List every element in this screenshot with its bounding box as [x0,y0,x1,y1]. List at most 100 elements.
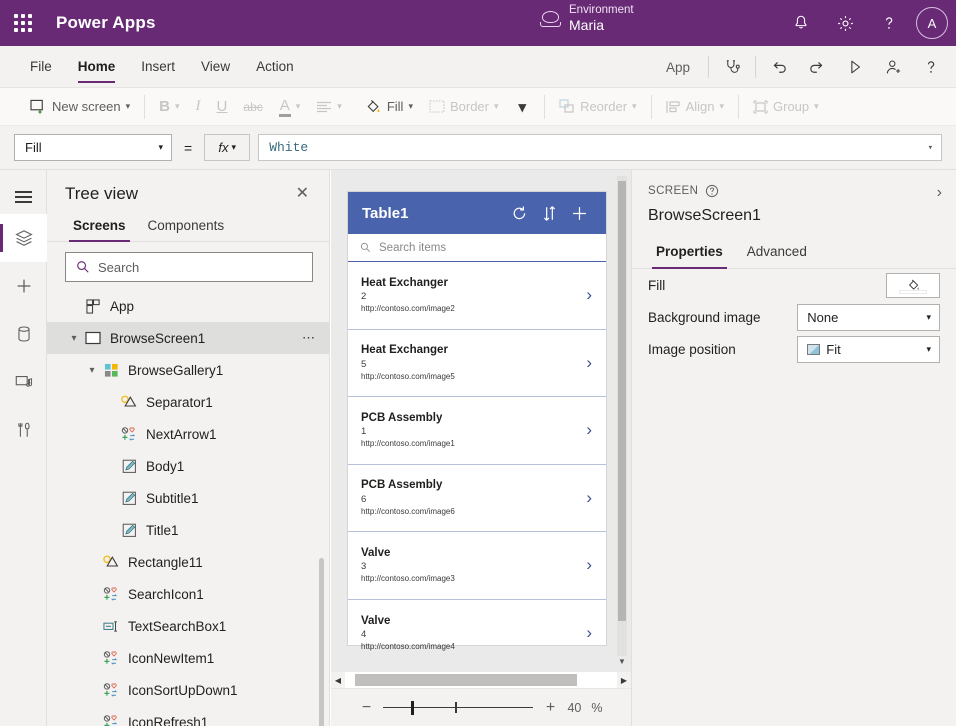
screen-preview[interactable]: Table1 Search items Heat Ex [348,192,606,645]
tree-item-iconrefresh1[interactable]: IconRefresh1 [47,706,329,726]
chevron-down-icon[interactable]: ▾ [65,333,83,344]
tree-item-nextarrow1[interactable]: NextArrow1 [47,418,329,450]
group-button[interactable]: Group ▾ [745,92,827,122]
tab-screens[interactable]: Screens [65,212,134,241]
menu-item-home[interactable]: Home [66,45,128,87]
new-screen-button[interactable]: New screen ▾ [22,92,138,122]
gallery-item[interactable]: PCB Assembly 1 http://contoso.com/image1… [348,397,606,465]
close-icon[interactable]: ✕ [292,184,313,204]
tree-item-searchicon1[interactable]: SearchIcon1 [47,578,329,610]
tree-item-app[interactable]: App [47,290,329,322]
gear-icon[interactable] [824,0,866,46]
menu-item-action[interactable]: Action [244,45,306,87]
zoom-out-button[interactable]: − [359,699,373,717]
canvas-vertical-scroll-thumb[interactable] [618,181,626,621]
tree-item-separator1[interactable]: Separator1 [47,386,329,418]
refresh-icon[interactable] [504,205,534,222]
play-icon[interactable] [836,46,874,88]
avatar[interactable]: A [916,7,948,39]
redo-icon[interactable] [798,46,836,88]
scroll-down-icon[interactable]: ▼ [617,654,627,668]
italic-button[interactable]: I [188,92,209,122]
font-color-button[interactable]: A ▾ [271,92,309,122]
tree-scrollbar-thumb[interactable] [319,558,324,726]
fill-color-button[interactable] [886,273,940,298]
border-button[interactable]: Border ▾ [421,92,507,122]
image-position-dropdown[interactable]: Fit ▾ [797,336,940,363]
tree-item-iconnewitem1[interactable]: IconNewItem1 [47,642,329,674]
canvas-vertical-scrollbar[interactable] [617,176,627,656]
tab-advanced[interactable]: Advanced [739,239,815,268]
stethoscope-icon[interactable] [713,46,751,88]
gallery-item[interactable]: Valve 3 http://contoso.com/image3 › [348,532,606,600]
tab-components[interactable]: Components [140,212,233,241]
chevron-down-icon[interactable]: ▾ [83,365,101,376]
zoom-slider-thumb[interactable] [411,701,414,715]
formula-input[interactable]: White ▾ [258,134,942,161]
ribbon-overflow-button[interactable]: ▾ [507,92,539,122]
app-menu-button[interactable]: App [652,60,704,75]
hamburger-icon[interactable] [0,170,47,214]
gallery-search-input[interactable]: Search items [348,234,606,262]
app-icon [83,299,103,314]
chevron-right-icon[interactable]: › [586,353,598,373]
more-options-icon[interactable]: ⋯ [302,330,317,346]
environment-selector[interactable]: Environment Maria [540,4,634,33]
gallery-item[interactable]: Heat Exchanger 2 http://contoso.com/imag… [348,262,606,330]
scroll-left-icon[interactable]: ◀ [331,676,345,685]
gallery-item[interactable]: Heat Exchanger 5 http://contoso.com/imag… [348,330,606,398]
rail-item-tree-view[interactable] [0,214,47,262]
chevron-down-icon[interactable]: ▾ [928,143,933,153]
sort-updown-icon[interactable] [534,205,564,222]
bell-icon[interactable] [780,0,822,46]
reorder-button[interactable]: Reorder ▾ [551,92,645,122]
strikethrough-button[interactable]: abc [235,92,270,122]
chevron-right-icon[interactable]: › [586,555,598,575]
tree-item-textsearchbox1[interactable]: TextSearchBox1 [47,610,329,642]
tree-item-title1[interactable]: Title1 [47,514,329,546]
bold-button[interactable]: B ▾ [151,92,187,122]
share-user-icon[interactable] [874,46,912,88]
chevron-right-icon[interactable]: › [586,488,598,508]
tab-properties[interactable]: Properties [648,239,731,268]
zoom-slider[interactable] [383,700,533,716]
chevron-right-icon[interactable]: › [586,420,598,440]
help-question-icon[interactable] [912,46,950,88]
help-circle-icon[interactable] [705,184,719,198]
tree-item-body1[interactable]: Body1 [47,450,329,482]
plus-icon[interactable] [564,205,594,222]
tree-item-browsegallery1[interactable]: ▾ BrowseGallery1 [47,354,329,386]
tree-item-rectangle11[interactable]: Rectangle11 [47,546,329,578]
horizontal-scroll-thumb[interactable] [355,674,577,686]
rail-item-insert[interactable] [0,262,47,310]
rail-item-advanced-tools[interactable] [0,406,47,454]
fill-button[interactable]: Fill ▾ [356,92,421,122]
chevron-right-icon[interactable]: › [586,285,598,305]
undo-icon[interactable] [760,46,798,88]
menu-item-file[interactable]: File [18,45,64,87]
tree-item-browsescreen1[interactable]: ▾ BrowseScreen1 ⋯ [47,322,329,354]
gallery-item[interactable]: Valve 4 http://contoso.com/image4 › [348,600,606,668]
menu-item-insert[interactable]: Insert [129,45,187,87]
menu-item-view[interactable]: View [189,45,242,87]
horizontal-scroll-track[interactable] [345,672,617,688]
scroll-right-icon[interactable]: ▶ [617,676,631,685]
search-input[interactable]: Search [65,252,313,282]
background-image-dropdown[interactable]: None ▾ [797,304,940,331]
tree-item-iconsortupdown1[interactable]: IconSortUpDown1 [47,674,329,706]
text-align-button[interactable]: ▾ [308,92,350,122]
chevron-right-icon[interactable]: › [937,184,942,202]
property-dropdown[interactable]: Fill ▾ [14,134,172,161]
canvas-horizontal-scrollbar[interactable]: ◀ ▶ [331,672,631,688]
rail-item-data[interactable] [0,310,47,358]
gallery-item[interactable]: PCB Assembly 6 http://contoso.com/image6… [348,465,606,533]
tree-item-subtitle1[interactable]: Subtitle1 [47,482,329,514]
waffle-icon[interactable] [0,0,46,46]
zoom-in-button[interactable]: + [543,699,557,717]
align-button[interactable]: Align ▾ [658,92,732,122]
chevron-right-icon[interactable]: › [586,623,598,643]
underline-button[interactable]: U [209,92,236,122]
question-icon[interactable] [868,0,910,46]
fx-button[interactable]: fx ▾ [204,134,250,161]
rail-item-media[interactable] [0,358,47,406]
